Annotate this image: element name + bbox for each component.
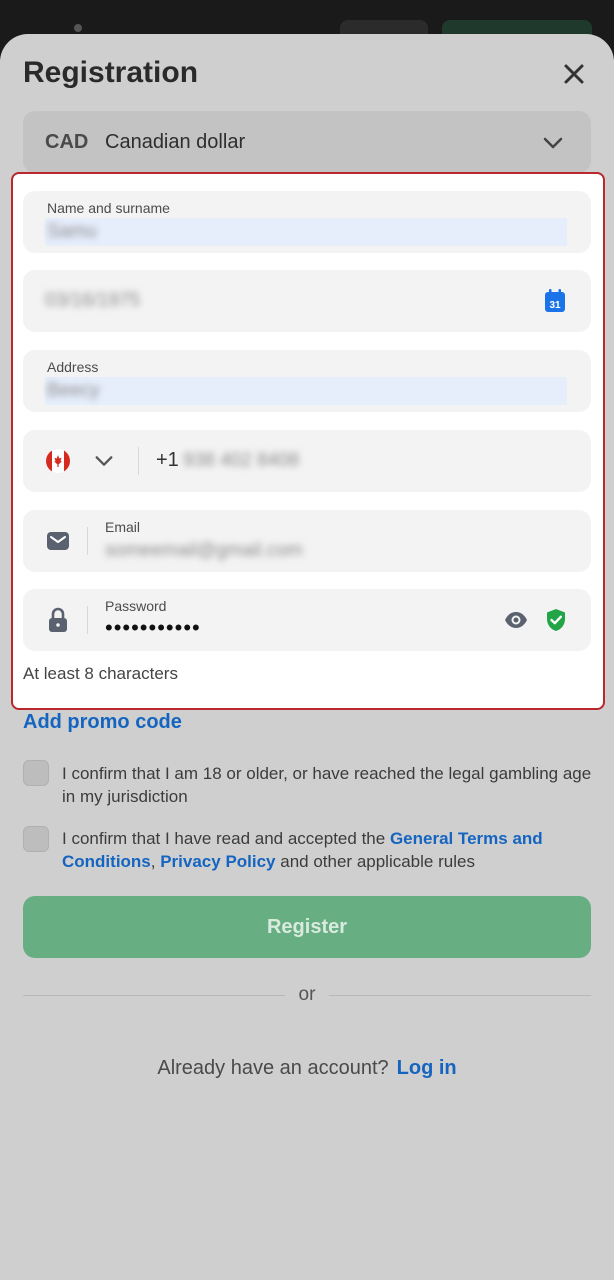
shield-check-icon [547,609,565,631]
age-confirm-checkbox[interactable] [23,760,49,786]
page-title: Registration [23,56,199,89]
calendar-day-text: 31 [549,300,561,311]
terms-prefix-text: I confirm that I have read and accepted … [62,829,390,848]
envelope-icon [47,532,69,550]
currency-name: Canadian dollar [105,131,246,153]
register-button[interactable]: Register [23,896,591,958]
chevron-down-icon [543,137,563,149]
email-input-value[interactable]: someemail@gmail.com [105,540,303,562]
privacy-policy-link[interactable]: Privacy Policy [160,852,275,871]
password-divider [87,606,88,634]
address-input-highlight [45,377,567,405]
close-icon[interactable] [560,60,588,88]
name-input-highlight [45,218,567,246]
eye-icon[interactable] [504,609,528,631]
email-divider [87,527,88,555]
status-dot [74,24,82,32]
email-field-label: Email [105,519,141,535]
login-prompt-text: Already have an account? [157,1057,389,1079]
password-field-label: Password [105,598,167,614]
password-input-value[interactable]: ••••••••••• [105,615,201,641]
terms-separator: , [150,852,161,871]
calendar-icon[interactable]: 31 [544,289,566,313]
phone-divider [138,447,139,475]
age-confirm-label: I confirm that I am 18 or older, or have… [62,764,592,806]
phone-input-value[interactable]: 938 402 8408 [183,450,299,472]
name-field-label: Name and surname [47,200,170,216]
name-input-value[interactable]: Samu [47,221,97,243]
date-of-birth-field[interactable]: 03/16/1975 31 [23,270,591,332]
or-separator-text: or [298,984,316,1005]
phone-country-prefix: +1 [156,449,179,471]
currency-select[interactable]: CAD Canadian dollar [23,111,591,173]
login-prompt: Already have an account? Log in [0,1057,614,1080]
terms-suffix-text: and other applicable rules [275,852,475,871]
add-promo-code-link[interactable]: Add promo code [23,711,182,734]
terms-confirm-checkbox[interactable] [23,826,49,852]
password-hint: At least 8 characters [23,664,178,683]
address-field[interactable]: Address Beecy [23,350,591,412]
terms-confirm-label: I confirm that I have read and accepted … [62,827,602,873]
address-input-value[interactable]: Beecy [47,380,100,402]
lock-icon [49,607,67,632]
email-field[interactable]: Email someemail@gmail.com [23,510,591,572]
chevron-down-icon[interactable] [93,450,115,472]
name-field[interactable]: Name and surname Samu [23,191,591,253]
currency-code: CAD [45,131,89,153]
canada-flag-icon[interactable] [46,449,70,473]
address-field-label: Address [47,359,99,375]
password-field[interactable]: Password ••••••••••• [23,589,591,651]
login-link[interactable]: Log in [397,1057,457,1079]
date-of-birth-value[interactable]: 03/16/1975 [45,290,140,312]
phone-field[interactable]: +1 938 402 8408 [23,430,591,492]
